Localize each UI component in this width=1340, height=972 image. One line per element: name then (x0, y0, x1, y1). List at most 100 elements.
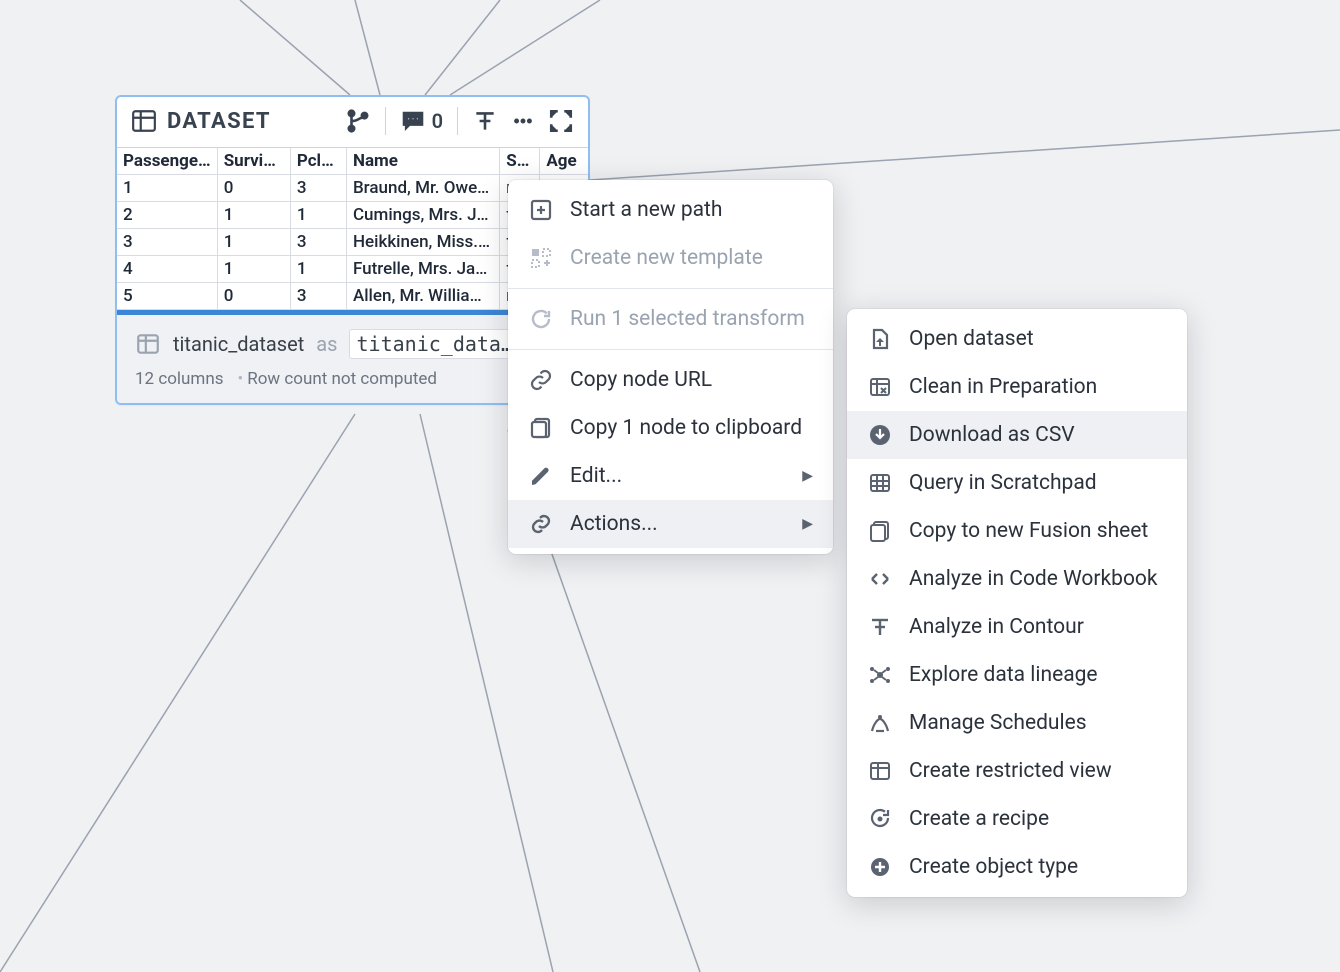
column-header[interactable]: Sex (500, 148, 540, 175)
menu-item-clean-in-preparation[interactable]: Clean in Preparation (847, 363, 1187, 411)
table-cell: 0 (217, 175, 290, 202)
table-icon (867, 470, 893, 496)
menu-separator (508, 349, 833, 350)
expand-icon[interactable] (548, 108, 574, 134)
menu-item-label: Copy to new Fusion sheet (909, 519, 1148, 543)
menu-item-explore-data-lineage[interactable]: Explore data lineage (847, 651, 1187, 699)
menu-item-label: Actions... (570, 512, 658, 536)
menu-separator (508, 288, 833, 289)
menu-item-create-object-type[interactable]: Create object type (847, 843, 1187, 891)
object-type-icon (867, 854, 893, 880)
actions-submenu[interactable]: Open dataset Clean in Preparation Download… (847, 309, 1187, 897)
menu-item-start-a-new-path[interactable]: Start a new path (508, 186, 833, 234)
schedule-icon (867, 710, 893, 736)
menu-item-label: Analyze in Contour (909, 615, 1084, 639)
node-header: Dataset 0 (117, 97, 588, 147)
column-header[interactable]: Pclass (290, 148, 346, 175)
table-cell: 1 (117, 175, 217, 202)
menu-item-label: Open dataset (909, 327, 1034, 351)
table-cell: 3 (117, 229, 217, 256)
clipboard-icon (528, 415, 554, 441)
dataset-name-row[interactable]: titanic_dataset as titanic_datase (135, 329, 570, 359)
menu-item-label: Copy node URL (570, 368, 712, 392)
table-cell: 1 (217, 256, 290, 283)
dataset-small-icon (135, 331, 161, 357)
chevron-right-icon: ▶ (802, 516, 813, 532)
table-cell: 1 (290, 256, 346, 283)
menu-item-label: Create a recipe (909, 807, 1049, 831)
table-cell: 3 (290, 175, 346, 202)
context-menu[interactable]: Start a new path Create new template Run 1… (508, 180, 833, 554)
menu-item-label: Create restricted view (909, 759, 1112, 783)
table-cell: 3 (290, 229, 346, 256)
menu-item-analyze-in-contour[interactable]: Analyze in Contour (847, 603, 1187, 651)
workbook-icon (867, 566, 893, 592)
start-path-icon (528, 197, 554, 223)
separator (385, 107, 386, 135)
menu-item-label: Clean in Preparation (909, 375, 1097, 399)
menu-item-actions[interactable]: Actions... ▶ (508, 500, 833, 548)
menu-item-label: Start a new path (570, 198, 722, 222)
chain-icon (528, 511, 554, 537)
chevron-right-icon: ▶ (802, 468, 813, 484)
menu-item-label: Copy 1 node to clipboard (570, 416, 802, 440)
dataset-icon (131, 108, 157, 134)
table-cell: Allen, Mr. William H... (346, 283, 499, 310)
menu-item-copy-1-node-to-clipboard[interactable]: Copy 1 node to clipboard (508, 404, 833, 452)
menu-item-manage-schedules[interactable]: Manage Schedules (847, 699, 1187, 747)
menu-item-label: Download as CSV (909, 423, 1075, 447)
template-icon (528, 245, 554, 271)
table-cell: Heikkinen, Miss. La... (346, 229, 499, 256)
download-icon (867, 422, 893, 448)
menu-item-edit[interactable]: Edit... ▶ (508, 452, 833, 500)
branch-icon[interactable] (345, 108, 371, 134)
dataset-stats-row[interactable]: 12 columns Row count not computed (135, 369, 570, 389)
column-count: 12 columns (135, 369, 224, 389)
table-cell: 4 (117, 256, 217, 283)
menu-item-copy-to-new-fusion-sheet[interactable]: Copy to new Fusion sheet (847, 507, 1187, 555)
menu-item-run-1-selected-transform: Run 1 selected transform (508, 295, 833, 343)
column-header[interactable]: Name (346, 148, 499, 175)
menu-item-label: Run 1 selected transform (570, 307, 805, 331)
table-cell: Futrelle, Mrs. Jacq... (346, 256, 499, 283)
table-cell: 1 (217, 202, 290, 229)
as-word: as (316, 332, 337, 356)
menu-item-analyze-in-code-workbook[interactable]: Analyze in Code Workbook (847, 555, 1187, 603)
table-cell: 3 (290, 283, 346, 310)
column-header[interactable]: PassengerId (117, 148, 217, 175)
node-title: Dataset (167, 109, 271, 134)
menu-item-label: Edit... (570, 464, 622, 488)
table-cell: 0 (217, 283, 290, 310)
menu-item-label: Query in Scratchpad (909, 471, 1097, 495)
menu-item-download-as-csv[interactable]: Download as CSV (847, 411, 1187, 459)
contour-icon (867, 614, 893, 640)
menu-item-create-restricted-view[interactable]: Create restricted view (847, 747, 1187, 795)
menu-item-open-dataset[interactable]: Open dataset (847, 315, 1187, 363)
comments-button[interactable]: 0 (400, 108, 443, 134)
menu-item-query-in-scratchpad[interactable]: Query in Scratchpad (847, 459, 1187, 507)
copy-sheet-icon (867, 518, 893, 544)
recipe-icon (867, 806, 893, 832)
dataset-name: titanic_dataset (173, 332, 304, 356)
contour-icon[interactable] (472, 108, 498, 134)
refresh-icon (528, 306, 554, 332)
separator (457, 107, 458, 135)
menu-item-label: Create new template (570, 246, 763, 270)
table-cell: 1 (217, 229, 290, 256)
node-header-icons: 0 (345, 107, 574, 135)
menu-item-create-a-recipe[interactable]: Create a recipe (847, 795, 1187, 843)
menu-item-label: Manage Schedules (909, 711, 1087, 735)
table-cell: Braund, Mr. Owen ... (346, 175, 499, 202)
table-cell: 1 (290, 202, 346, 229)
open-icon (867, 326, 893, 352)
menu-item-label: Analyze in Code Workbook (909, 567, 1158, 591)
more-icon[interactable] (512, 108, 534, 134)
node-title-group: Dataset (131, 108, 271, 134)
table-cell: 2 (117, 202, 217, 229)
table-cell: 5 (117, 283, 217, 310)
menu-item-label: Create object type (909, 855, 1078, 879)
menu-item-label: Explore data lineage (909, 663, 1098, 687)
column-header[interactable]: Age (540, 148, 588, 175)
menu-item-copy-node-url[interactable]: Copy node URL (508, 356, 833, 404)
column-header[interactable]: Survived (217, 148, 290, 175)
